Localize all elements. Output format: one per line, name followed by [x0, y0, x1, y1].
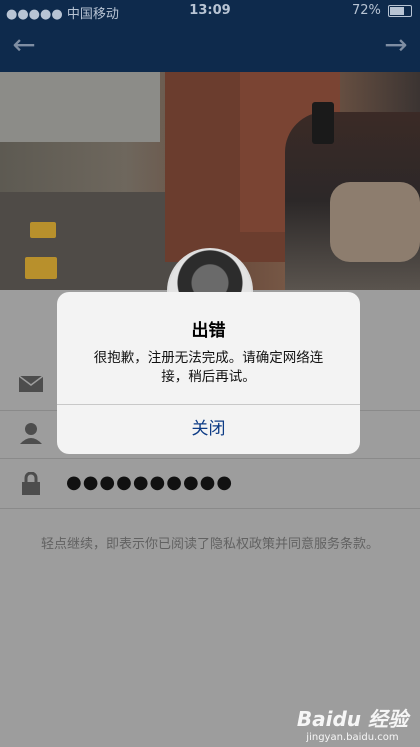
battery-indicator: 72%: [352, 3, 412, 18]
arrow-right-icon[interactable]: →: [376, 28, 416, 61]
alert-message: 很抱歉，注册无法完成。请确定网络连接，稍后再试。: [93, 350, 324, 385]
password-field[interactable]: ●●●●●●●●●●: [0, 460, 420, 509]
watermark-url: jingyan.baidu.com: [306, 732, 399, 743]
lock-icon: [18, 471, 44, 495]
status-bar: ●●●●● 中国移动 13:09 72%: [0, 0, 420, 22]
arrow-left-icon[interactable]: ←: [4, 28, 44, 61]
close-button[interactable]: 关闭: [57, 405, 360, 454]
photo-taxi: [30, 222, 56, 238]
terms-notice[interactable]: 轻点继续，即表示你已阅读了隐私权政策并同意服务条款。: [0, 533, 420, 552]
password-value: ●●●●●●●●●●: [66, 472, 234, 493]
battery-icon: [388, 4, 412, 17]
photo-sky: [0, 72, 160, 142]
envelope-icon: [18, 374, 44, 396]
watermark-logo: Baidu 经验: [296, 707, 408, 731]
photo-taxi: [25, 257, 57, 279]
battery-percent: 72%: [351, 3, 381, 18]
watermark: Baidu 经验 jingyan.baidu.com: [297, 703, 408, 743]
nav-bar: ← →: [0, 22, 420, 72]
battery-fill: [390, 6, 404, 15]
photo-phone: [312, 102, 334, 144]
photo-scarf: [330, 182, 420, 262]
person-icon: [18, 422, 44, 444]
alert-title: 出错: [191, 321, 226, 341]
error-alert: 出错 很抱歉，注册无法完成。请确定网络连接，稍后再试。 关闭: [57, 292, 360, 454]
